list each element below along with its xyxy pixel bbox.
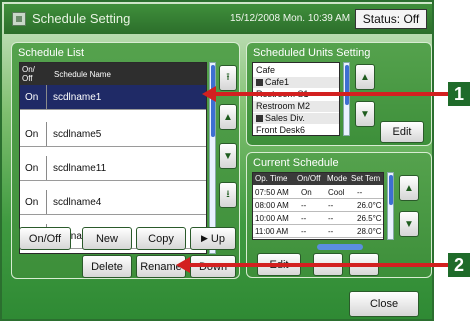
scroll-thumb[interactable] [389, 175, 393, 205]
schedule-down-button[interactable]: ▼ [399, 211, 419, 237]
cell-onoff: On [301, 188, 312, 197]
current-schedule-panel: Current Schedule Op. Time On/Off Mode Se… [246, 152, 432, 278]
row-name: scdlname1 [53, 92, 102, 103]
move-up-button[interactable]: ▲ [219, 104, 237, 130]
unit-item[interactable]: Sales Div. [253, 113, 339, 124]
unit-group-icon [256, 79, 263, 86]
units-scrollbar[interactable] [343, 62, 350, 136]
down-arrow-icon: ▼ [404, 218, 414, 230]
move-down-button[interactable]: ▼ [219, 143, 237, 169]
cell-set-temp: 26.5°C [357, 214, 382, 223]
window-title: Schedule Setting [32, 11, 131, 26]
schedule-row[interactable]: On scdlname4 [20, 190, 206, 215]
cell-mode: -- [328, 201, 334, 210]
up-arrow-icon: ▲ [360, 71, 370, 83]
cell-mode: Cool [328, 188, 345, 197]
cell-set-temp: 28.0°C [357, 227, 382, 236]
schedule-list-table: On/ Off Schedule Name On scdlname1 On sc… [19, 62, 207, 254]
row-name: scdlname5 [53, 129, 102, 140]
header-onoff: On/Off [297, 174, 321, 183]
up-arrow-icon: ▲ [404, 182, 414, 194]
date-time: 15/12/2008 Mon. 10:39 AM [230, 13, 351, 24]
title-bar: Schedule Setting 15/12/2008 Mon. 10:39 A… [4, 4, 432, 34]
schedule-entry-row[interactable]: 11:00 AM -- -- 28.0°C [253, 225, 383, 238]
header-op-time: Op. Time [255, 174, 288, 183]
up-button[interactable]: ▶ Up [190, 227, 236, 250]
schedule-entry-row[interactable]: 10:00 AM -- -- 26.5°C [253, 212, 383, 225]
callout-number-1: 1 [448, 82, 470, 106]
units-down-button[interactable]: ▼ [355, 101, 375, 127]
cell-set-temp: 26.0°C [357, 201, 382, 210]
status-badge: Status: Off [355, 9, 427, 29]
cell-op-time: 07:50 AM [255, 188, 289, 197]
cell-mode: -- [328, 227, 334, 236]
move-bottom-button[interactable]: ⭳ [219, 182, 237, 208]
double-down-arrow-icon: ⭳ [226, 188, 230, 200]
schedule-list-panel: Schedule List On/ Off Schedule Name On s… [11, 42, 240, 279]
unit-label: Cafe1 [265, 77, 290, 87]
cell-mode: -- [328, 214, 334, 223]
units-up-button[interactable]: ▲ [355, 64, 375, 90]
scheduled-units-title: Scheduled Units Setting [253, 47, 371, 59]
schedule-row[interactable]: On scdlname11 [20, 156, 206, 181]
cell-op-time: 11:00 AM [255, 227, 289, 236]
units-edit-button[interactable]: Edit [380, 121, 424, 143]
unit-item[interactable]: Cafe [256, 65, 275, 76]
window-icon [12, 12, 26, 26]
close-button[interactable]: Close [349, 291, 419, 317]
current-schedule-table: Op. Time On/Off Mode Set Tem 07:50 AM On… [252, 172, 384, 240]
row-name: scdlname4 [53, 197, 102, 208]
unit-group-icon [256, 115, 263, 122]
header-set-temp: Set Tem [351, 174, 381, 183]
schedule-horizontal-scrollbar[interactable] [317, 244, 363, 250]
copy-button[interactable]: Copy [136, 227, 186, 250]
unit-item[interactable]: Front Desk6 [256, 125, 305, 135]
move-top-button[interactable]: ⭱ [219, 65, 237, 91]
schedule-list-title: Schedule List [18, 47, 85, 59]
header-mode: Mode [327, 174, 348, 183]
schedule-list-header: On/ Off Schedule Name [20, 63, 206, 85]
row-onoff: On [25, 197, 39, 208]
cell-onoff: -- [301, 201, 307, 210]
callout-arrow-1-icon [202, 86, 216, 102]
delete-button[interactable]: Delete [82, 255, 132, 278]
schedule-row[interactable]: On scdlname5 [20, 122, 206, 147]
schedule-row[interactable]: On scdlname1 [20, 85, 206, 110]
scroll-thumb[interactable] [345, 65, 349, 105]
schedule-table-header: Op. Time On/Off Mode Set Tem [253, 173, 383, 185]
callout-line-2 [187, 263, 448, 267]
unit-label: Sales Div. [265, 113, 305, 123]
row-onoff: On [25, 92, 39, 103]
schedule-up-button[interactable]: ▲ [399, 175, 419, 201]
cell-op-time: 10:00 AM [255, 214, 289, 223]
cursor-icon: ▶ [201, 233, 208, 243]
schedule-setting-screen: Schedule Setting 15/12/2008 Mon. 10:39 A… [0, 0, 434, 321]
schedule-scrollbar[interactable] [387, 172, 394, 240]
row-onoff: On [25, 163, 39, 174]
callout-number-2: 2 [448, 253, 470, 277]
header-onoff: On/ Off [22, 65, 35, 83]
schedule-entry-row[interactable]: 07:50 AM On Cool -- [253, 186, 383, 199]
cell-set-temp: -- [357, 188, 363, 197]
units-list: Cafe Cafe1 Restroom S1 Restroom M2 Sales… [252, 62, 340, 136]
cell-onoff: -- [301, 227, 307, 236]
up-button-label: Up [210, 232, 225, 245]
header-schedule-name: Schedule Name [54, 70, 111, 79]
callout-line-1 [213, 92, 448, 96]
unit-item[interactable]: Restroom M2 [253, 101, 339, 112]
down-arrow-icon: ▼ [223, 150, 233, 162]
current-schedule-title: Current Schedule [253, 157, 339, 169]
schedule-entry-row[interactable]: 08:00 AM -- -- 26.0°C [253, 199, 383, 212]
new-button[interactable]: New [82, 227, 132, 250]
cell-onoff: -- [301, 214, 307, 223]
double-up-arrow-icon: ⭱ [226, 71, 230, 83]
unit-item[interactable]: Cafe1 [253, 77, 339, 88]
cell-op-time: 08:00 AM [255, 201, 289, 210]
callout-arrow-2-icon [176, 257, 190, 273]
row-onoff: On [25, 129, 39, 140]
up-arrow-icon: ▲ [223, 111, 233, 123]
down-arrow-icon: ▼ [360, 108, 370, 120]
onoff-button[interactable]: On/Off [19, 227, 71, 250]
row-name: scdlname11 [53, 163, 107, 174]
